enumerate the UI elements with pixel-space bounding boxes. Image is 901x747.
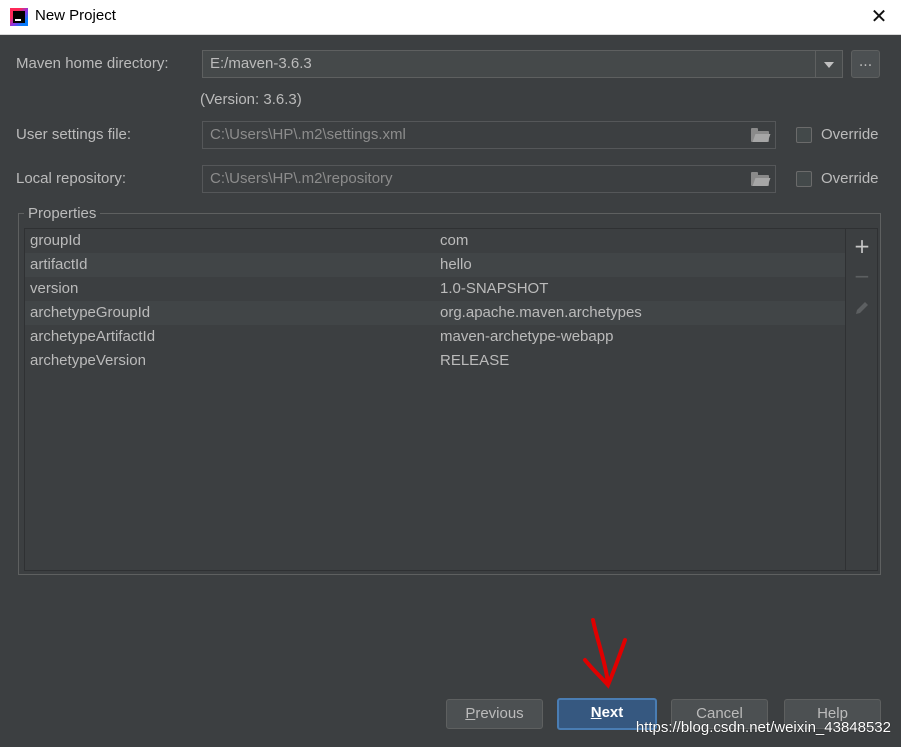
browse-maven-home-button[interactable]: ... bbox=[851, 50, 880, 78]
table-row[interactable]: archetypeArtifactId maven-archetype-weba… bbox=[25, 325, 845, 349]
window-title: New Project bbox=[35, 7, 116, 24]
property-key: archetypeGroupId bbox=[30, 304, 151, 321]
annotation-arrow-icon bbox=[583, 618, 627, 689]
properties-table[interactable]: groupId com artifactId hello version 1.0… bbox=[24, 228, 846, 571]
maven-version-note: (Version: 3.6.3) bbox=[200, 91, 302, 108]
chevron-down-icon[interactable] bbox=[815, 51, 842, 77]
property-key: archetypeArtifactId bbox=[30, 328, 156, 345]
folder-icon[interactable] bbox=[751, 128, 771, 142]
maven-home-label: Maven home directory: bbox=[16, 55, 169, 72]
local-repository-field: C:\Users\HP\.m2\repository bbox=[202, 165, 776, 193]
table-row[interactable]: groupId com bbox=[25, 229, 845, 253]
user-settings-field: C:\Users\HP\.m2\settings.xml bbox=[202, 121, 776, 149]
minus-icon[interactable]: − bbox=[853, 266, 871, 286]
folder-icon[interactable] bbox=[751, 172, 771, 186]
user-settings-override-label[interactable]: Override bbox=[821, 126, 879, 143]
local-repository-label: Local repository: bbox=[16, 170, 127, 187]
maven-home-dropdown[interactable]: E:/maven-3.6.3 bbox=[202, 50, 843, 78]
property-key: archetypeVersion bbox=[30, 352, 146, 369]
plus-icon[interactable]: + bbox=[853, 236, 871, 256]
property-value: com bbox=[440, 232, 469, 249]
title-bar: New Project ✕ bbox=[0, 0, 901, 35]
property-value: org.apache.maven.archetypes bbox=[440, 304, 642, 321]
property-key: artifactId bbox=[30, 256, 88, 273]
pencil-icon[interactable] bbox=[853, 299, 871, 317]
property-key: groupId bbox=[30, 232, 81, 249]
close-icon[interactable]: ✕ bbox=[869, 6, 889, 26]
maven-home-value: E:/maven-3.6.3 bbox=[210, 55, 312, 72]
user-settings-override-checkbox[interactable] bbox=[796, 127, 812, 143]
watermark: https://blog.csdn.net/weixin_43848532 bbox=[635, 719, 891, 736]
new-project-dialog: New Project ✕ Maven home directory: E:/m… bbox=[0, 0, 901, 747]
table-row[interactable]: version 1.0-SNAPSHOT bbox=[25, 277, 845, 301]
user-settings-value: C:\Users\HP\.m2\settings.xml bbox=[210, 126, 406, 143]
property-key: version bbox=[30, 280, 79, 297]
table-row[interactable]: archetypeVersion RELEASE bbox=[25, 349, 845, 373]
local-repository-value: C:\Users\HP\.m2\repository bbox=[210, 170, 393, 187]
user-settings-label: User settings file: bbox=[16, 126, 132, 143]
property-value: RELEASE bbox=[440, 352, 510, 369]
local-repository-override-checkbox[interactable] bbox=[796, 171, 812, 187]
local-repository-override-label[interactable]: Override bbox=[821, 170, 879, 187]
intellij-icon bbox=[10, 8, 28, 26]
properties-toolbar: + − bbox=[846, 228, 878, 571]
table-row[interactable]: artifactId hello bbox=[25, 253, 845, 277]
property-value: hello bbox=[440, 256, 472, 273]
property-value: 1.0-SNAPSHOT bbox=[440, 280, 549, 297]
table-row[interactable]: archetypeGroupId org.apache.maven.archet… bbox=[25, 301, 845, 325]
previous-button[interactable]: Previous bbox=[446, 699, 543, 729]
properties-title: Properties bbox=[24, 205, 101, 222]
property-value: maven-archetype-webapp bbox=[440, 328, 614, 345]
